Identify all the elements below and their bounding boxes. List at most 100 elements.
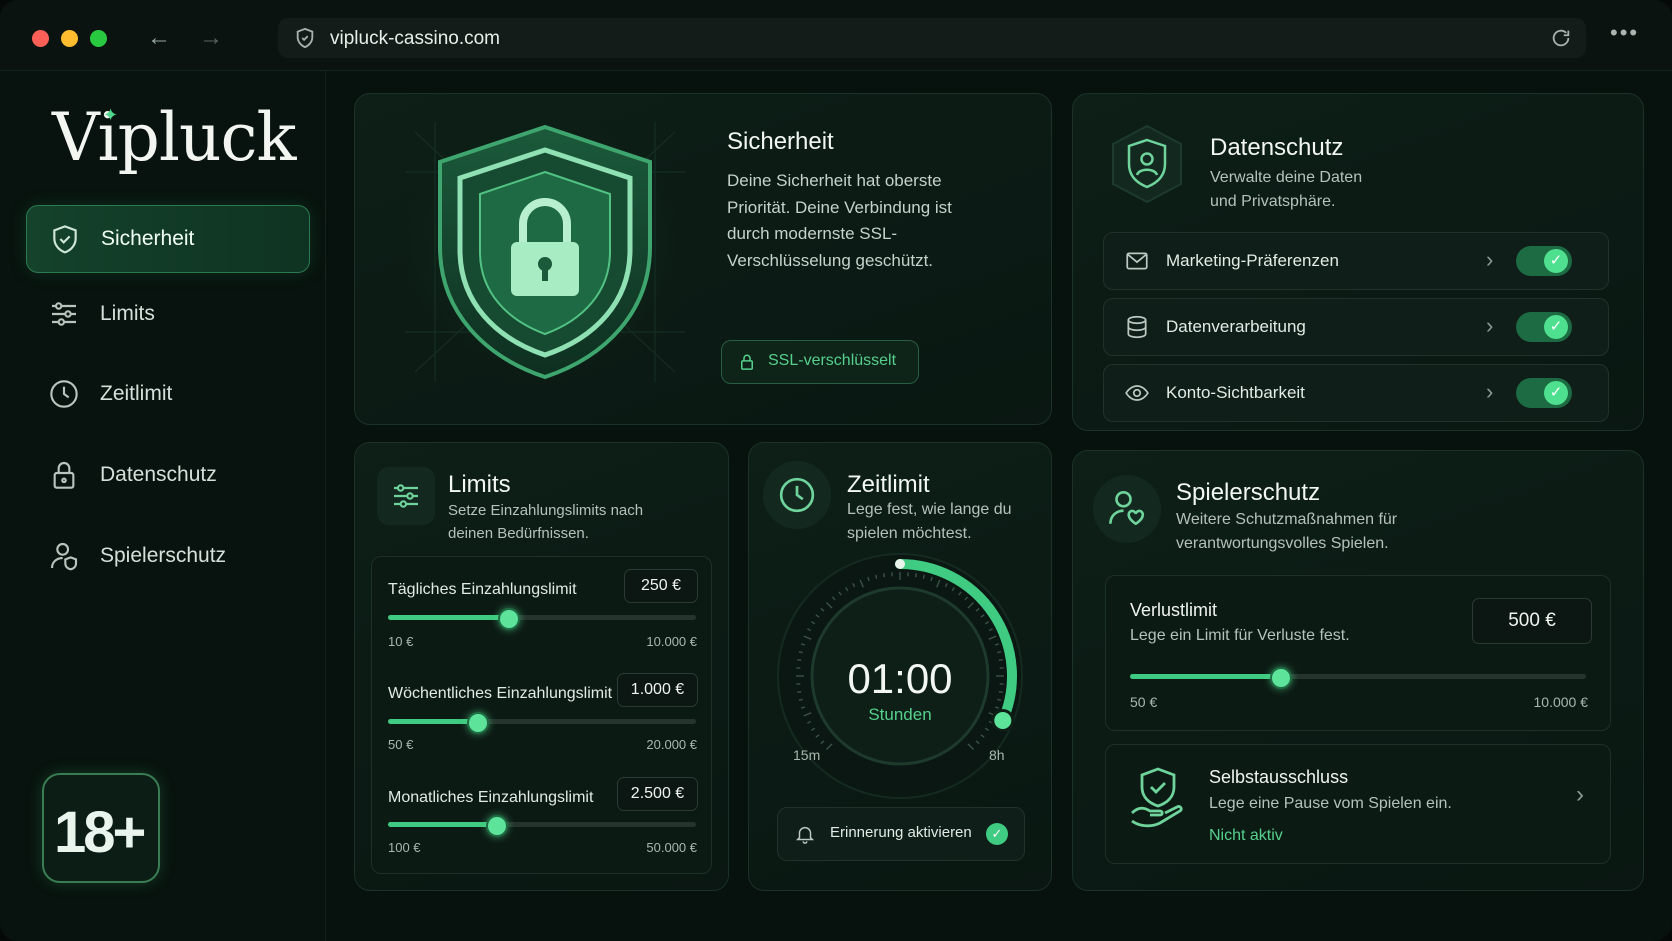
- dial-tick: [922, 574, 925, 579]
- daily-limit-value[interactable]: 250 €: [624, 569, 698, 603]
- slider-handle[interactable]: [498, 608, 521, 630]
- privacy-row-marketing[interactable]: Marketing-Präferenzen › ✓: [1103, 232, 1609, 290]
- weekly-limit-slider[interactable]: [388, 712, 696, 734]
- loss-limit-min: 50 €: [1130, 694, 1158, 710]
- arrow-right-icon[interactable]: →: [195, 22, 227, 54]
- minimize-window-button[interactable]: [61, 30, 78, 47]
- reminder-button[interactable]: Erinnerung aktivieren ✓: [777, 807, 1025, 861]
- visibility-toggle[interactable]: ✓: [1516, 378, 1572, 408]
- slider-handle[interactable]: [467, 712, 490, 734]
- playerprotection-title: Spielerschutz: [1176, 479, 1321, 506]
- loss-limit-panel: Verlustlimit Lege ein Limit für Verluste…: [1105, 575, 1611, 731]
- eye-icon: [1125, 385, 1149, 401]
- dial-max-label: 8h: [989, 747, 1005, 763]
- sidebar-item-label: Datenschutz: [100, 463, 217, 486]
- slider-handle[interactable]: [485, 815, 508, 837]
- lock-icon: [741, 354, 753, 370]
- daily-limit-label: Tägliches Einzahlungslimit: [388, 581, 577, 598]
- arrow-left-icon[interactable]: ←: [143, 22, 175, 54]
- playerprotection-card: Spielerschutz Weitere Schutzmaßnahmen fü…: [1072, 450, 1644, 891]
- limits-title: Limits: [448, 471, 511, 498]
- self-exclusion-row[interactable]: Selbstausschluss Lege eine Pause vom Spi…: [1105, 744, 1611, 864]
- weekly-limit-label: Wöchentliches Einzahlungslimit: [388, 685, 613, 702]
- monthly-limit-value[interactable]: 2.500 €: [617, 777, 698, 811]
- chevron-right-icon: ›: [1486, 313, 1494, 338]
- clock-icon: [763, 461, 831, 529]
- sidebar-item-limits[interactable]: Limits: [26, 281, 308, 347]
- dial-tick: [997, 651, 1002, 654]
- privacy-row-visibility[interactable]: Konto-Sichtbarkeit › ✓: [1103, 364, 1609, 422]
- slider-handle[interactable]: [1270, 667, 1293, 689]
- reload-icon[interactable]: [1550, 27, 1572, 49]
- sidebar-item-zeitlimit[interactable]: Zeitlimit: [26, 361, 308, 427]
- sparkle-icon: ✦: [103, 105, 119, 125]
- sliders-icon: [52, 302, 76, 326]
- sliders-icon: [377, 467, 435, 525]
- sidebar-item-label: Limits: [100, 302, 155, 325]
- shield-hand-icon: [1131, 767, 1183, 828]
- mail-icon: [1126, 252, 1148, 270]
- marketing-toggle[interactable]: ✓: [1516, 246, 1572, 276]
- address-bar[interactable]: vipluck-cassino.com: [278, 18, 1586, 58]
- dial-start-marker: [895, 559, 905, 569]
- sidebar-item-label: Spielerschutz: [100, 544, 227, 567]
- shield-user-icon: [1112, 124, 1182, 204]
- shield-icon: [296, 27, 314, 49]
- age-restriction-badge: 18+: [42, 773, 160, 883]
- privacy-row-processing[interactable]: Datenverarbeitung › ✓: [1103, 298, 1609, 356]
- weekly-limit-max: 20.000 €: [646, 737, 697, 752]
- database-icon: [1127, 315, 1147, 339]
- url-text: vipluck-cassino.com: [330, 28, 500, 49]
- clock-icon: [50, 380, 78, 408]
- maximize-window-button[interactable]: [90, 30, 107, 47]
- self-exclusion-status: Nicht aktiv: [1209, 827, 1283, 844]
- monthly-limit-max: 50.000 €: [646, 840, 697, 855]
- timelimit-title: Zeitlimit: [847, 471, 930, 498]
- limits-subtitle: Setze Einzahlungslimits nach deinen Bedü…: [448, 502, 644, 542]
- loss-limit-slider[interactable]: [1130, 667, 1586, 689]
- sidebar-item-datenschutz[interactable]: Datenschutz: [26, 442, 308, 508]
- dial-tick: [875, 574, 878, 579]
- privacy-card: Datenschutz Verwalte deine Daten und Pri…: [1072, 93, 1644, 431]
- privacy-subtitle: Verwalte deine Daten und Privatsphäre.: [1210, 169, 1363, 210]
- security-card: Sicherheit Deine Sicherheit hat oberste …: [354, 93, 1052, 425]
- ssl-badge: SSL-verschlüsselt: [721, 340, 919, 384]
- self-exclusion-text: Lege eine Pause vom Spielen ein.: [1209, 795, 1452, 812]
- sidebar-item-label: Zeitlimit: [100, 382, 173, 405]
- check-icon: ✓: [1544, 315, 1568, 339]
- sidebar-item-sicherheit[interactable]: Sicherheit: [26, 205, 310, 273]
- time-unit: Stunden: [868, 705, 932, 724]
- timelimit-subtitle: Lege fest, wie lange du spielen möchtest…: [847, 501, 1012, 542]
- sidebar-item-label: Sicherheit: [101, 227, 195, 250]
- daily-limit-slider[interactable]: [388, 608, 696, 630]
- dial-tick: [914, 573, 917, 578]
- sidebar-item-spielerschutz[interactable]: Spielerschutz: [26, 523, 308, 589]
- sidebar: Vipluck ✦ Sicherheit Limits Zeitlimit Da…: [0, 71, 326, 941]
- browser-toolbar: ← → vipluck-cassino.com •••: [0, 0, 1672, 71]
- dial-tick: [883, 573, 886, 578]
- bell-icon: [795, 826, 815, 844]
- close-window-button[interactable]: [32, 30, 49, 47]
- loss-limit-text: Lege ein Limit für Verluste fest.: [1130, 627, 1350, 644]
- check-icon: ✓: [1544, 381, 1568, 405]
- monthly-limit-slider[interactable]: [388, 815, 696, 837]
- chevron-right-icon: ›: [1486, 379, 1494, 404]
- security-description: Deine Sicherheit hat oberste Priorität. …: [727, 171, 952, 270]
- self-exclusion-title: Selbstausschluss: [1209, 767, 1349, 787]
- user-heart-icon: [1093, 475, 1161, 543]
- shield-lock-illustration: [395, 112, 695, 392]
- timelimit-card: Zeitlimit Lege fest, wie lange du spiele…: [748, 442, 1052, 891]
- browser-window: ← → vipluck-cassino.com ••• Vipluck ✦ Si…: [0, 0, 1672, 941]
- limits-panel: Tägliches Einzahlungslimit 250 € 10 € 10…: [371, 556, 712, 874]
- weekly-limit-min: 50 €: [388, 737, 414, 752]
- more-menu-icon[interactable]: •••: [1610, 20, 1639, 46]
- weekly-limit-value[interactable]: 1.000 €: [617, 673, 698, 707]
- dial-tick: [798, 651, 803, 654]
- loss-limit-value[interactable]: 500 €: [1472, 598, 1592, 644]
- processing-toggle[interactable]: ✓: [1516, 312, 1572, 342]
- time-value: 01:00: [847, 655, 953, 702]
- user-shield-icon: [50, 542, 78, 571]
- check-icon: ✓: [1544, 249, 1568, 273]
- lock-icon: [53, 462, 75, 489]
- loss-limit-max: 10.000 €: [1533, 694, 1589, 710]
